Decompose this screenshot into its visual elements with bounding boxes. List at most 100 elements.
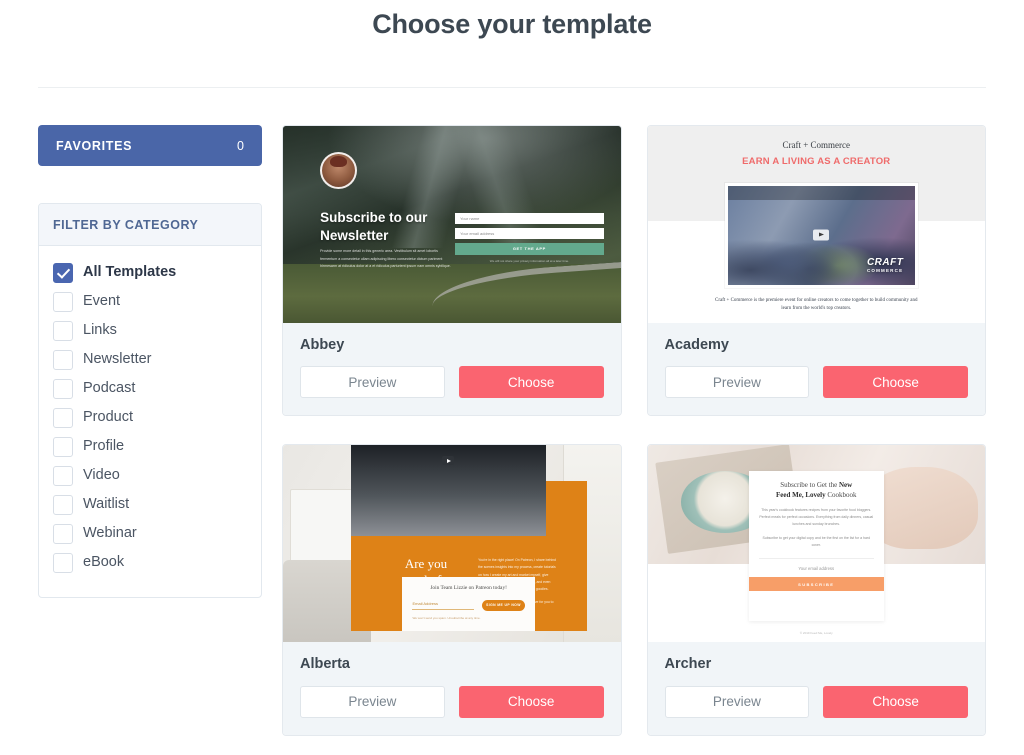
abbey-email-field: Your email address bbox=[455, 227, 604, 239]
filter-item-product[interactable]: Product bbox=[39, 403, 261, 432]
template-name: Archer bbox=[664, 656, 712, 673]
filter-item-label: Event bbox=[83, 292, 121, 309]
preview-button[interactable]: Preview bbox=[300, 366, 445, 399]
checkbox-icon[interactable] bbox=[53, 407, 73, 428]
template-footer-alberta: Alberta Preview Choose bbox=[283, 642, 621, 735]
abbey-body-text: Provide some more detail in this generic… bbox=[320, 249, 451, 269]
archer-signup-modal: Subscribe to Get the New Feed Me, Lovely… bbox=[748, 471, 884, 621]
alberta-video-thumbnail bbox=[350, 445, 547, 537]
choose-button[interactable]: Choose bbox=[823, 685, 968, 718]
alberta-email-field: Email Address bbox=[412, 601, 475, 610]
template-card-abbey[interactable]: Subscribe to our Newsletter Provide some… bbox=[282, 125, 622, 417]
filter-item-profile[interactable]: Profile bbox=[39, 432, 261, 461]
checkbox-icon[interactable] bbox=[53, 465, 73, 486]
archer-preview-art: FEED ME, LOVELY Subscribe to Get the New… bbox=[647, 445, 985, 643]
filter-by-category-card: FILTER BY CATEGORY All Templates Event L… bbox=[38, 203, 262, 599]
choose-button[interactable]: Choose bbox=[458, 366, 604, 399]
preview-button[interactable]: Preview bbox=[664, 685, 810, 718]
academy-brand: Craft + Commerce bbox=[782, 139, 851, 150]
filter-item-links[interactable]: Links bbox=[39, 316, 261, 345]
filter-item-label: Webinar bbox=[83, 524, 137, 541]
academy-video-logo: CRAFT COMMERCE bbox=[867, 257, 903, 273]
filter-item-waitlist[interactable]: Waitlist bbox=[39, 490, 261, 519]
template-card-archer[interactable]: FEED ME, LOVELY Subscribe to Get the New… bbox=[646, 444, 986, 736]
archer-title-part-5: Cookbook bbox=[825, 491, 857, 500]
abbey-signup-form: Your name Your email address GET THE APP… bbox=[455, 212, 604, 263]
filter-item-newsletter[interactable]: Newsletter bbox=[39, 345, 261, 374]
checkbox-icon[interactable] bbox=[53, 349, 73, 370]
filter-item-label: Profile bbox=[83, 437, 125, 454]
filter-card-header: FILTER BY CATEGORY bbox=[39, 204, 261, 247]
template-actions: Preview Choose bbox=[300, 366, 604, 399]
checkbox-icon[interactable] bbox=[53, 552, 73, 573]
academy-crowd-graphic bbox=[728, 209, 915, 285]
favorites-button[interactable]: FAVORITES 0 bbox=[38, 125, 262, 167]
filter-item-ebook[interactable]: eBook bbox=[39, 548, 261, 577]
filter-item-podcast[interactable]: Podcast bbox=[39, 374, 261, 403]
template-preview-alberta: Are you ready for more art? You're in th… bbox=[283, 445, 621, 643]
checkbox-icon[interactable] bbox=[53, 291, 73, 312]
alberta-signup-form: Join Team Lizzie on Patreon today! Email… bbox=[402, 576, 535, 631]
checkbox-icon[interactable] bbox=[53, 523, 73, 544]
play-icon bbox=[442, 456, 455, 466]
academy-video-logo-main: CRAFT bbox=[866, 256, 904, 268]
template-card-alberta[interactable]: Are you ready for more art? You're in th… bbox=[282, 444, 622, 736]
archer-email-field: Your email address bbox=[758, 558, 874, 571]
archer-copyright: © 2019 Feed Me, Lovely bbox=[799, 630, 833, 635]
filter-item-label: Waitlist bbox=[83, 495, 130, 512]
archer-modal-title: Subscribe to Get the New Feed Me, Lovely… bbox=[759, 480, 874, 500]
archer-title-part-3: New bbox=[839, 481, 853, 490]
favorites-count: 0 bbox=[237, 138, 244, 153]
template-grid-area: Subscribe to our Newsletter Provide some… bbox=[282, 125, 986, 755]
filter-item-label: Newsletter bbox=[83, 350, 152, 367]
academy-video-titlebar bbox=[728, 186, 915, 200]
abbey-fine-print: We will not share your privacy informati… bbox=[489, 258, 569, 263]
page-title: Choose your template bbox=[372, 9, 652, 39]
template-card-academy[interactable]: Craft + Commerce EARN A LIVING AS A CREA… bbox=[646, 125, 986, 417]
checkbox-icon[interactable] bbox=[53, 320, 73, 341]
preview-button[interactable]: Preview bbox=[664, 366, 810, 399]
template-footer-abbey: Abbey Preview Choose bbox=[283, 323, 621, 416]
template-actions: Preview Choose bbox=[300, 685, 604, 718]
filter-category-list: All Templates Event Links Newsletter Pod… bbox=[39, 246, 261, 597]
template-footer-archer: Archer Preview Choose bbox=[647, 642, 985, 735]
template-preview-abbey: Subscribe to our Newsletter Provide some… bbox=[283, 126, 621, 324]
filter-item-webinar[interactable]: Webinar bbox=[39, 519, 261, 548]
template-grid: Subscribe to our Newsletter Provide some… bbox=[282, 125, 986, 736]
filter-item-label: Product bbox=[83, 408, 133, 425]
template-name: Academy bbox=[664, 337, 729, 354]
filter-item-event[interactable]: Event bbox=[39, 287, 261, 316]
alberta-cta-button: SIGN ME UP NOW bbox=[482, 599, 525, 611]
choose-button[interactable]: Choose bbox=[823, 366, 968, 399]
template-name: Abbey bbox=[300, 337, 345, 354]
template-actions: Preview Choose bbox=[664, 366, 968, 399]
archer-title-part-2: to Get the bbox=[807, 481, 839, 490]
filter-item-all-templates[interactable]: All Templates bbox=[39, 258, 261, 287]
filter-item-label: Video bbox=[83, 466, 120, 483]
play-icon bbox=[813, 229, 830, 241]
checkbox-icon-checked[interactable] bbox=[53, 262, 73, 283]
choose-button[interactable]: Choose bbox=[458, 685, 604, 718]
checkbox-icon[interactable] bbox=[53, 378, 73, 399]
academy-video-logo-sub: COMMERCE bbox=[866, 267, 904, 273]
sidebar: FAVORITES 0 FILTER BY CATEGORY All Templ… bbox=[38, 125, 262, 599]
archer-title-part-4: Feed Me, Lovely bbox=[776, 491, 826, 500]
preview-button[interactable]: Preview bbox=[300, 685, 445, 718]
avatar bbox=[320, 151, 358, 189]
abbey-headline: Subscribe to our Newsletter bbox=[320, 209, 428, 243]
abbey-cta-button: GET THE APP bbox=[455, 242, 604, 255]
academy-preview-art: Craft + Commerce EARN A LIVING AS A CREA… bbox=[647, 126, 985, 324]
abbey-name-field: Your name bbox=[455, 212, 604, 224]
alberta-form-row: Email Address SIGN ME UP NOW bbox=[412, 599, 525, 611]
favorites-label: FAVORITES bbox=[56, 138, 133, 153]
abbey-preview-art: Subscribe to our Newsletter Provide some… bbox=[283, 126, 621, 324]
template-footer-academy: Academy Preview Choose bbox=[647, 323, 985, 416]
template-name: Alberta bbox=[300, 656, 350, 673]
checkbox-icon[interactable] bbox=[53, 436, 73, 457]
page-layout: FAVORITES 0 FILTER BY CATEGORY All Templ… bbox=[0, 88, 1024, 755]
alberta-preview-art: Are you ready for more art? You're in th… bbox=[283, 445, 621, 643]
archer-title-part-1: Subscribe bbox=[780, 481, 808, 490]
filter-item-video[interactable]: Video bbox=[39, 461, 261, 490]
template-actions: Preview Choose bbox=[664, 685, 968, 718]
checkbox-icon[interactable] bbox=[53, 494, 73, 515]
